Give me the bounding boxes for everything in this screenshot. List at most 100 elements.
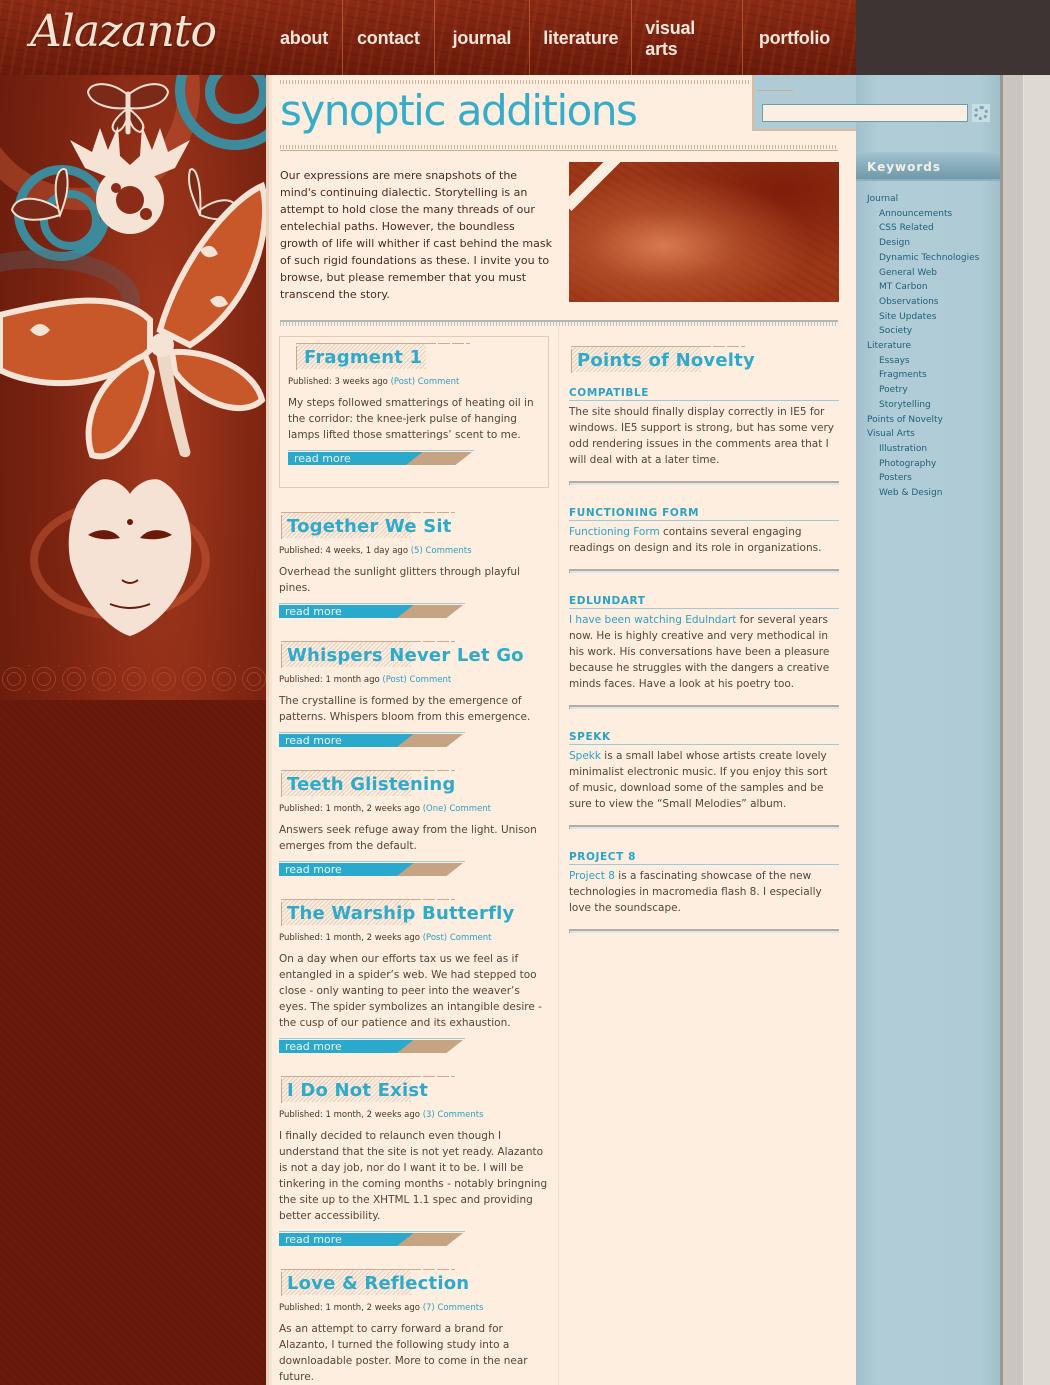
nav-about[interactable]: about — [266, 0, 342, 75]
comment-link[interactable]: Comments — [437, 1110, 483, 1120]
novelty-link[interactable]: I have been watching Edulndart — [569, 614, 736, 626]
post-excerpt: My steps followed smatterings of heating… — [288, 397, 534, 441]
keyword-item[interactable]: Essays — [867, 354, 997, 369]
novelty-separator — [569, 929, 839, 933]
comment-count-link[interactable]: (Post) — [382, 675, 406, 685]
post-meta: Published: 3 weeks ago (Post) Comment — [288, 377, 460, 387]
post-title-link[interactable]: I Do Not Exist — [287, 1080, 428, 1101]
intro-text: Our expressions are mere snapshots of th… — [280, 169, 552, 301]
search-input[interactable] — [762, 104, 968, 122]
post-excerpt: As an attempt to carry forward a brand f… — [279, 1323, 528, 1383]
post-meta: Published: 1 month, 2 weeks ago (One) Co… — [279, 804, 491, 814]
points-of-novelty-title[interactable]: Points of Novelty — [577, 350, 755, 371]
read-more-button[interactable]: read more — [279, 1038, 465, 1054]
keyword-item[interactable]: General Web — [867, 266, 997, 281]
comment-link[interactable]: Comments — [437, 1303, 483, 1313]
post-date: 1 month, 2 weeks ago — [325, 804, 420, 814]
keyword-item[interactable]: Storytelling — [867, 398, 997, 413]
comment-link[interactable]: Comment — [450, 933, 492, 943]
mask-illustration — [68, 479, 192, 636]
post-excerpt: I finally decided to relaunch even thoug… — [279, 1130, 548, 1222]
nav-visual-arts[interactable]: visual arts — [631, 0, 742, 75]
keyword-item[interactable]: Site Updates — [867, 310, 997, 325]
search-notch — [752, 75, 856, 131]
keyword-item[interactable]: Posters — [867, 471, 997, 486]
novelty-separator — [569, 705, 839, 709]
keyword-item[interactable]: Web & Design — [867, 486, 997, 501]
nav-portfolio[interactable]: portfolio — [741, 0, 856, 75]
read-more-button[interactable]: read more — [279, 1231, 465, 1247]
nav-contact[interactable]: contact — [342, 0, 434, 75]
post: The Warship Butterfly Published: 1 month,… — [279, 893, 549, 1054]
keyword-item[interactable]: Announcements — [867, 207, 997, 222]
decorative-texture — [0, 700, 268, 1385]
keyword-item[interactable]: Points of Novelty — [867, 413, 997, 428]
post-title-link[interactable]: Together We Sit — [287, 516, 452, 537]
post-meta: Published: 4 weeks, 1 day ago (5) Commen… — [279, 546, 472, 556]
post-title-link[interactable]: Whispers Never Let Go — [287, 645, 524, 666]
post-excerpt: Overhead the sunlight glitters through p… — [279, 566, 520, 594]
nav-literature[interactable]: literature — [529, 0, 631, 75]
comment-link[interactable]: Comment — [449, 804, 491, 814]
comment-count-link[interactable]: (One) — [423, 804, 447, 814]
comment-count-link[interactable]: (Post) — [391, 377, 415, 387]
small-butterfly-icon — [86, 83, 170, 135]
post-excerpt: On a day when our efforts tax us we feel… — [279, 953, 542, 1029]
keyword-item[interactable]: Society — [867, 324, 997, 339]
keyword-item[interactable]: Poetry — [867, 383, 997, 398]
section-divider — [280, 320, 838, 326]
keyword-item[interactable]: Illustration — [867, 442, 997, 457]
novelty-separator — [569, 481, 839, 485]
comment-link[interactable]: Comments — [425, 546, 471, 556]
novelty-body: The site should finally display correctl… — [569, 406, 834, 466]
keyword-item[interactable]: Journal — [867, 192, 997, 207]
keyword-item[interactable]: Visual Arts — [867, 427, 997, 442]
read-more-button[interactable]: read more — [279, 861, 465, 877]
topbar-filler — [856, 0, 1050, 75]
post-title-link[interactable]: Teeth Glistening — [287, 774, 456, 795]
comment-count-link[interactable]: (3) — [423, 1110, 435, 1120]
comment-count-link[interactable]: (5) — [411, 546, 423, 556]
read-more-button[interactable]: read more — [279, 732, 465, 748]
post-meta: Published: 1 month, 2 weeks ago (3) Comm… — [279, 1110, 484, 1120]
comment-count-link[interactable]: (7) — [423, 1303, 435, 1313]
post-title-link[interactable]: The Warship Butterfly — [287, 903, 514, 924]
keyword-item[interactable]: CSS Related — [867, 221, 997, 236]
comment-count-link[interactable]: (Post) — [423, 933, 447, 943]
post: Teeth Glistening Published: 1 month, 2 we… — [279, 764, 549, 877]
keyword-item[interactable]: Design — [867, 236, 997, 251]
post-date: 1 month, 2 weeks ago — [325, 1303, 420, 1313]
post-excerpt: The crystalline is formed by the emergen… — [279, 695, 531, 723]
keyword-item[interactable]: Photography — [867, 457, 997, 472]
novelty-title: SPEKK — [569, 731, 839, 745]
novelty-item: PROJECT 8 Project 8 is a fascinating show… — [569, 851, 839, 933]
post-date: 1 month, 2 weeks ago — [325, 1110, 420, 1120]
keyword-item[interactable]: MT Carbon — [867, 280, 997, 295]
novelty-separator — [569, 569, 839, 573]
novelty-link[interactable]: Project 8 — [569, 870, 615, 882]
post: Fragment 1 Published: 3 weeks ago (Post) … — [279, 336, 549, 488]
page-title: synoptic additions — [280, 86, 638, 135]
keyword-item[interactable]: Fragments — [867, 368, 997, 383]
novelty-body: Functioning Form contains several engagi… — [569, 526, 822, 554]
novelty-body: Project 8 is a fascinating showcase of t… — [569, 870, 822, 914]
search-button[interactable] — [972, 104, 990, 122]
comment-link[interactable]: Comment — [418, 377, 460, 387]
post-title-link[interactable]: Love & Reflection — [287, 1273, 469, 1294]
hands-illustration — [70, 126, 190, 234]
comment-link[interactable]: Comment — [410, 675, 452, 685]
read-more-button[interactable]: read more — [279, 603, 465, 619]
read-more-button[interactable]: read more — [288, 450, 474, 466]
post-title-link[interactable]: Fragment 1 — [304, 347, 422, 368]
novelty-link[interactable]: Spekk — [569, 750, 601, 762]
post: Whispers Never Let Go Published: 1 month … — [279, 635, 549, 748]
keyword-item[interactable]: Observations — [867, 295, 997, 310]
keyword-item[interactable]: Literature — [867, 339, 997, 354]
post: Together We Sit Published: 4 weeks, 1 day… — [279, 506, 549, 619]
post-date: 1 month, 2 weeks ago — [325, 933, 420, 943]
post-date: 3 weeks ago — [334, 377, 388, 387]
site-logo[interactable]: Alazanto — [30, 6, 217, 57]
keyword-item[interactable]: Dynamic Technologies — [867, 251, 997, 266]
novelty-link[interactable]: Functioning Form — [569, 526, 660, 538]
nav-journal[interactable]: journal — [433, 0, 530, 75]
